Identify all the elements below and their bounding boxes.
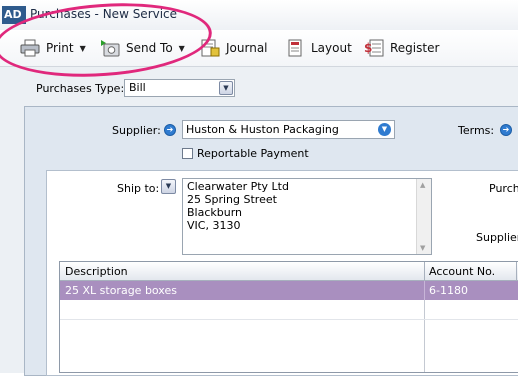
table-header: Description Account No. bbox=[60, 262, 518, 281]
printer-icon bbox=[20, 39, 40, 57]
row-account[interactable]: 6-1180 bbox=[429, 284, 468, 297]
address-line: Blackburn bbox=[187, 206, 243, 219]
table-row[interactable]: 25 XL storage boxes 6-1180 bbox=[60, 281, 518, 300]
supplier-field[interactable]: Huston & Huston Packaging ▼ bbox=[182, 120, 395, 139]
send-to-icon bbox=[101, 40, 120, 57]
print-button[interactable]: Print ▼ bbox=[20, 36, 86, 60]
send-to-button[interactable]: Send To ▼ bbox=[100, 36, 185, 60]
register-icon: $ bbox=[364, 39, 384, 57]
journal-icon bbox=[201, 39, 220, 57]
toolbar: Print ▼ Send To ▼ Journal Layout $ Regis… bbox=[0, 30, 518, 67]
journal-label: Journal bbox=[226, 41, 268, 55]
column-divider bbox=[424, 262, 425, 280]
chevron-down-icon[interactable]: ▼ bbox=[219, 81, 233, 95]
column-divider bbox=[424, 300, 425, 372]
ship-to-label: Ship to: bbox=[117, 182, 160, 195]
purchase-no-label: Purch bbox=[489, 182, 518, 195]
layout-label: Layout bbox=[311, 41, 352, 55]
title-bar: AD Purchases - New Service bbox=[0, 0, 518, 31]
line-items-table: Description Account No. 25 XL storage bo… bbox=[59, 261, 518, 373]
print-label: Print bbox=[46, 41, 74, 55]
terms-arrow-icon[interactable]: ➔ bbox=[500, 124, 512, 136]
column-header-account[interactable]: Account No. bbox=[429, 265, 495, 278]
column-header-description[interactable]: Description bbox=[65, 265, 128, 278]
window-title: Purchases - New Service bbox=[30, 7, 178, 21]
supplier-value: Huston & Huston Packaging bbox=[186, 123, 339, 136]
chevron-down-icon[interactable]: ▼ bbox=[179, 44, 185, 53]
scroll-up-icon[interactable]: ▲ bbox=[420, 181, 425, 189]
reportable-payment-label: Reportable Payment bbox=[197, 147, 309, 160]
layout-icon bbox=[288, 39, 302, 57]
address-line: Clearwater Pty Ltd bbox=[187, 180, 289, 193]
supplier-dropdown-icon[interactable]: ▼ bbox=[378, 123, 391, 136]
register-label: Register bbox=[390, 41, 440, 55]
address-scrollbar[interactable]: ▲ ▼ bbox=[416, 179, 431, 254]
purchase-type-select[interactable]: Bill ▼ bbox=[124, 79, 235, 97]
empty-row-line bbox=[60, 319, 518, 320]
row-divider bbox=[424, 281, 425, 300]
chevron-down-icon[interactable]: ▼ bbox=[80, 44, 86, 53]
ship-to-dropdown-icon[interactable]: ▼ bbox=[161, 179, 176, 194]
supplier-label: Supplier: bbox=[112, 124, 161, 137]
purchase-type-label: Purchases Type: bbox=[36, 82, 125, 95]
app-icon: AD bbox=[2, 6, 26, 24]
column-divider bbox=[516, 262, 517, 280]
send-to-label: Send To bbox=[126, 41, 173, 55]
register-button[interactable]: $ Register bbox=[364, 36, 439, 60]
svg-text:$: $ bbox=[364, 41, 372, 55]
reportable-payment-checkbox[interactable] bbox=[182, 148, 193, 159]
scroll-down-icon[interactable]: ▼ bbox=[420, 244, 425, 252]
supplier-inv-label: Supplier bbox=[476, 231, 518, 244]
purchase-type-value: Bill bbox=[129, 81, 146, 94]
address-line: 25 Spring Street bbox=[187, 193, 277, 206]
supplier-arrow-icon[interactable]: ➔ bbox=[164, 124, 176, 136]
journal-button[interactable]: Journal bbox=[200, 36, 268, 60]
terms-label: Terms: bbox=[458, 124, 495, 137]
row-description[interactable]: 25 XL storage boxes bbox=[65, 284, 177, 297]
address-line: VIC, 3130 bbox=[187, 219, 241, 232]
ship-to-address[interactable]: Clearwater Pty Ltd 25 Spring Street Blac… bbox=[182, 178, 432, 255]
layout-button[interactable]: Layout bbox=[285, 36, 352, 60]
